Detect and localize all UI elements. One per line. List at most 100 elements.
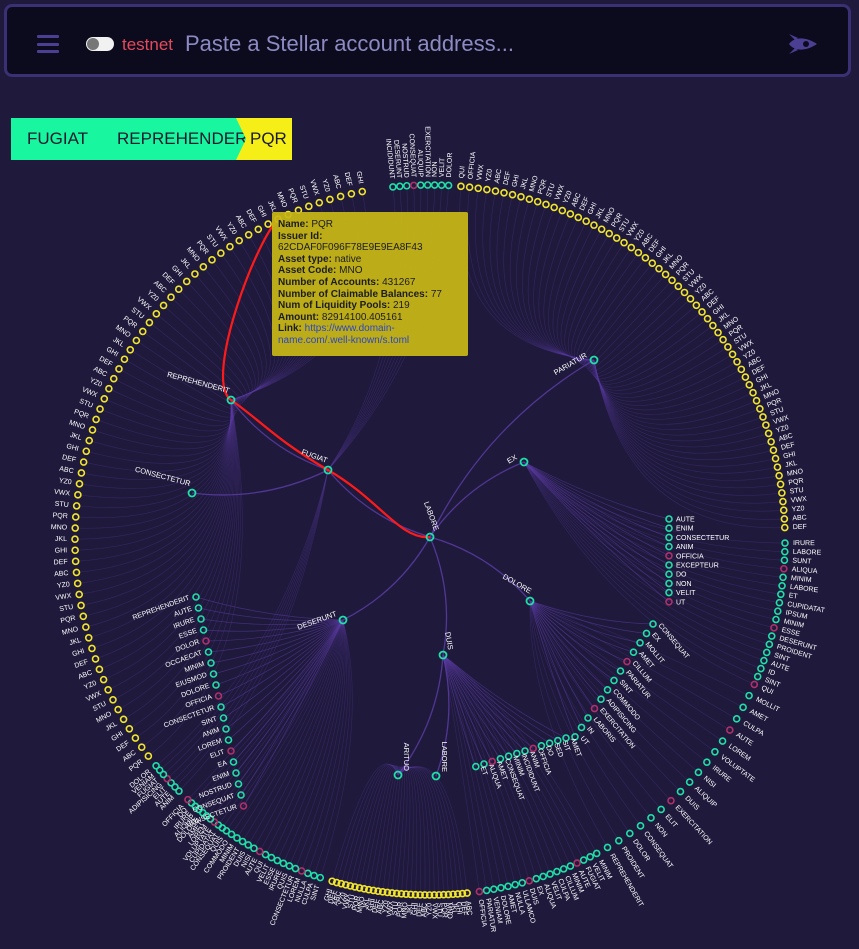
leaf-node[interactable]: [119, 715, 128, 724]
leaf-node[interactable]: [709, 321, 717, 330]
leaf-edge: [593, 359, 782, 496]
leaf-edge: [397, 766, 411, 895]
rocket-icon[interactable]: [785, 31, 819, 57]
leaf-node[interactable]: [733, 357, 741, 366]
inner-leaf-label-ea: EA: [217, 760, 228, 770]
leaf-edge: [92, 399, 233, 450]
inner-leaf-label-velit: VELIT: [676, 590, 696, 597]
leaf-node[interactable]: [109, 374, 118, 383]
leaf-edge: [576, 252, 639, 364]
leaf-edge: [523, 461, 784, 570]
leaf-label-id: ID: [767, 669, 776, 678]
graph-edge: [342, 536, 431, 621]
inner-node-label-consectetur: CONSECTETUR: [134, 465, 192, 489]
leaf-label-def: DEF: [503, 171, 513, 186]
network-toggle[interactable]: [86, 37, 114, 51]
leaf-label-mno: MNO: [786, 468, 804, 478]
tooltip-issuer-row: Issuer Id:: [278, 231, 462, 243]
leaf-label-jkl: JKL: [55, 536, 67, 543]
leaf-node[interactable]: [152, 310, 161, 318]
leaf-node[interactable]: [191, 270, 199, 278]
leaf-label-dolor: DOLOR: [446, 152, 454, 177]
tooltip-amount-row: Amount: 82914100.405161: [278, 312, 462, 324]
leaf-node[interactable]: [558, 206, 567, 215]
tooltip-amount-label: Amount:: [278, 311, 320, 323]
leaf-node[interactable]: [75, 480, 84, 488]
inner-node-label-duis: DUIS: [443, 631, 455, 650]
leaf-edge: [397, 766, 454, 895]
leaf-label-vwx: VWX: [476, 164, 485, 181]
hamburger-menu-icon[interactable]: [37, 35, 59, 53]
leaf-label-pqr: PQR: [60, 615, 76, 625]
leaf-node[interactable]: [199, 262, 208, 271]
leaf-edge: [529, 600, 582, 728]
leaf-edge: [590, 298, 691, 375]
leaf-edge: [77, 399, 232, 499]
leaf-node[interactable]: [132, 336, 141, 345]
leaf-label-jkl: JKL: [105, 721, 119, 733]
leaf-edge: [523, 461, 785, 561]
leaf-node[interactable]: [174, 285, 183, 294]
leaf-label-yz0: YZ0: [145, 289, 159, 303]
inner-node-label-dolore: DOLORE: [501, 572, 533, 596]
leaf-node[interactable]: [566, 210, 575, 218]
leaf-node[interactable]: [762, 421, 770, 429]
leaf-label-abc: ABC: [234, 214, 247, 230]
inner-leaf-label-enim: ENIM: [212, 771, 231, 784]
leaf-node[interactable]: [767, 437, 775, 446]
leaf-label-abc: ABC: [494, 168, 504, 183]
leaf-label-abc: ABC: [59, 466, 74, 476]
leaf-node[interactable]: [686, 295, 695, 303]
leaf-label-aliqua: ALIQUA: [791, 566, 817, 575]
leaf-edge: [89, 399, 233, 457]
tooltip-name-value: PQR: [311, 219, 334, 230]
leaf-node[interactable]: [776, 480, 785, 489]
leaf-label-ghi: GHI: [105, 346, 119, 358]
account-address-input[interactable]: [183, 25, 747, 63]
leaf-node[interactable]: [305, 202, 313, 211]
leaf-edge: [203, 266, 263, 401]
leaf-edge: [579, 257, 646, 365]
leaf-label-abc: ABC: [792, 514, 807, 522]
leaf-label-yz0: YZ0: [225, 221, 238, 236]
leaf-edge: [382, 766, 400, 892]
leaf-label-vwx: VWX: [55, 593, 72, 602]
leaf-node[interactable]: [752, 396, 761, 405]
leaf-node[interactable]: [99, 675, 108, 684]
top-bar: testnet: [4, 4, 851, 77]
tooltip-claimable-value: 77: [430, 288, 442, 300]
leaf-label-vwx: VWX: [791, 496, 808, 505]
leaf-edge: [529, 600, 628, 662]
leaf-edge: [529, 600, 634, 653]
leaf-edge: [529, 600, 654, 625]
leaf-node[interactable]: [315, 198, 324, 207]
tooltip-claimable-row: Number of Claimable Balances: 77: [278, 289, 462, 301]
leaf-label-pqr: PQR: [788, 478, 804, 487]
tooltip-link-label: Link:: [278, 323, 302, 335]
leaf-label-mno: MNO: [51, 524, 68, 532]
leaf-node[interactable]: [597, 225, 606, 234]
leaf-node[interactable]: [775, 471, 783, 480]
leaf-node[interactable]: [105, 384, 113, 393]
leaf-node[interactable]: [82, 447, 91, 456]
leaf-edge: [467, 187, 595, 361]
leaf-node[interactable]: [254, 225, 263, 234]
leaf-node[interactable]: [668, 276, 676, 285]
leaf-label-abc: ABC: [77, 669, 93, 681]
inner-node-label-reprehenderit: REPREHENDERIT: [166, 370, 231, 395]
leaf-node[interactable]: [85, 436, 94, 445]
leaf-label-ghi: GHI: [55, 547, 68, 554]
leaf-label-jkl: JKL: [179, 257, 192, 271]
leaf-label-labore: LABORE: [793, 549, 822, 557]
tooltip-asset-code-label: Asset Code:: [278, 265, 337, 277]
leaf-node[interactable]: [75, 590, 84, 599]
leaf-label-non: NON: [653, 822, 668, 839]
leaf-label-stu: STU: [92, 701, 108, 714]
leaf-edge: [459, 186, 595, 361]
leaf-edge: [397, 766, 463, 894]
leaf-node[interactable]: [749, 388, 757, 397]
leaf-label-aliquip: ALIQUIP: [416, 149, 424, 177]
tooltip-claimable-label: Number of Claimable Balances:: [278, 288, 429, 300]
leaf-edge: [396, 766, 405, 894]
inner-leaf-label-aute: AUTE: [676, 517, 695, 524]
